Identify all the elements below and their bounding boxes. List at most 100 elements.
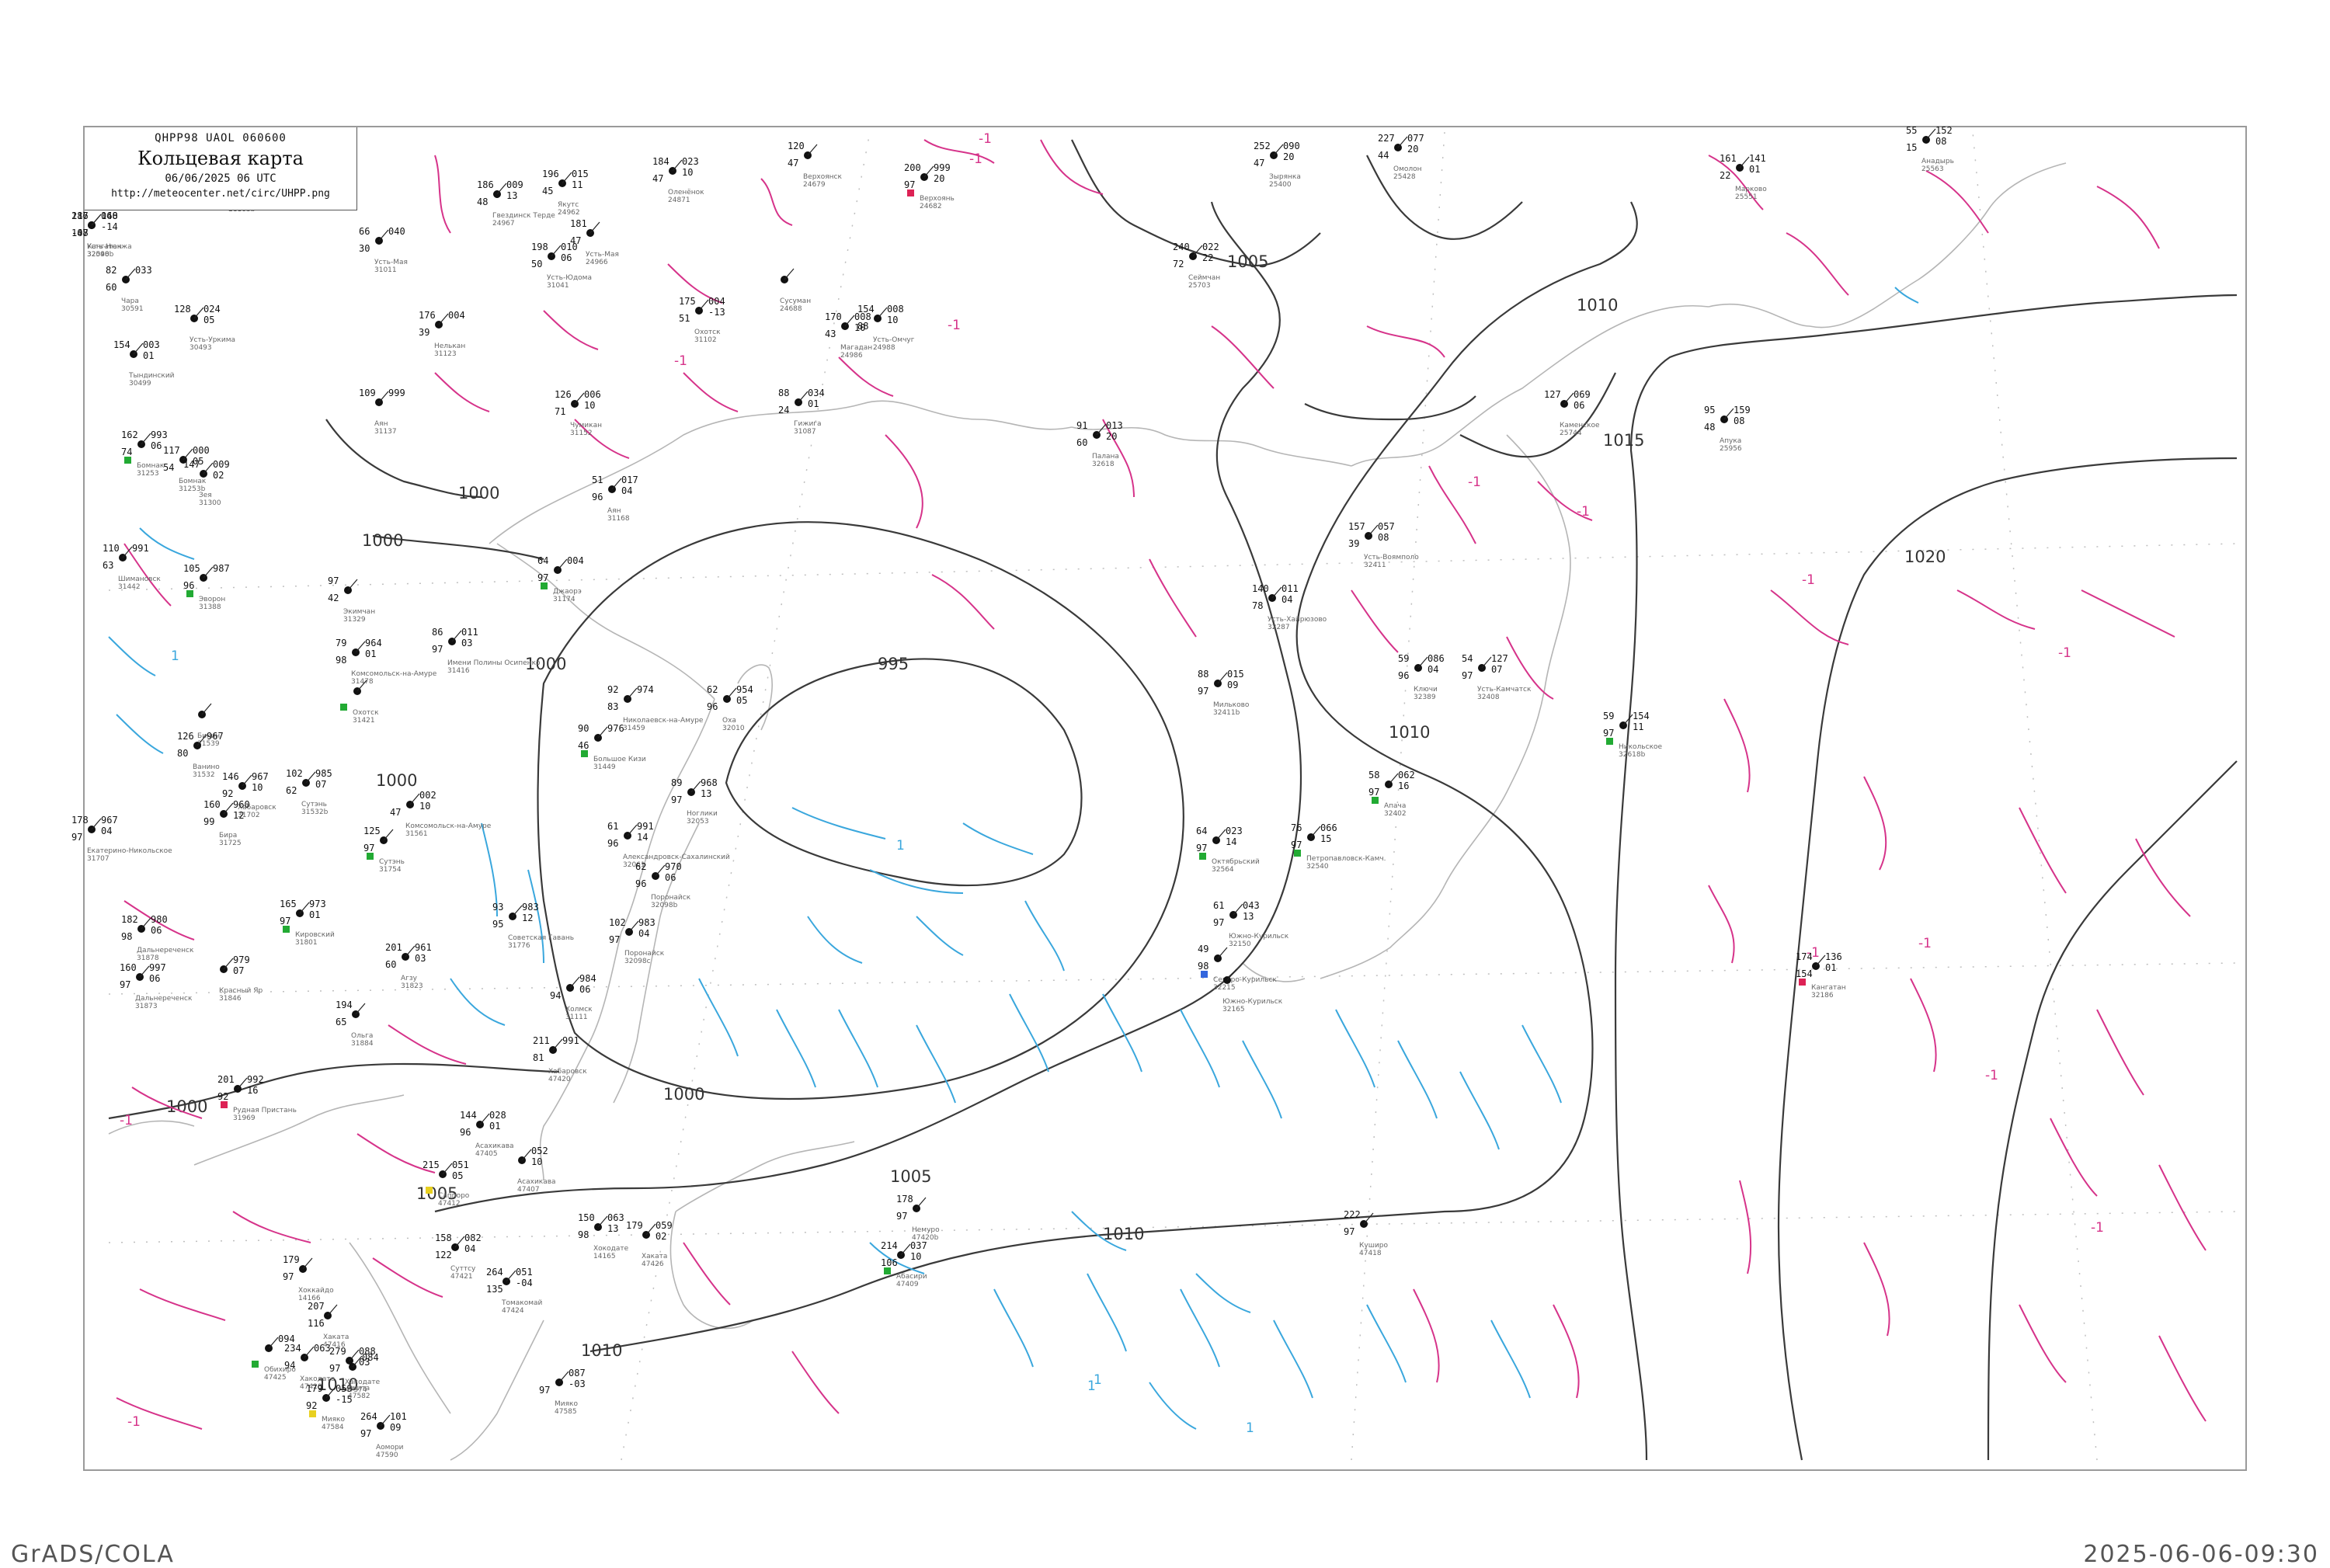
- station-name: Шимановск: [118, 575, 161, 583]
- station-plot: 94 98406 Холмск31111: [550, 973, 596, 1021]
- tendency-label-negative: -1: [1468, 475, 1481, 490]
- isobar-label: 1005: [890, 1167, 931, 1186]
- station-plot: 86 97 01103 Имени Полины Осипенко31416: [432, 627, 541, 675]
- station-pressure: 967: [207, 731, 224, 742]
- station-plot: 66 30 040 Усть-Мая31011: [359, 226, 408, 274]
- station-tendency: 10: [252, 782, 263, 793]
- station-tendency: 10: [887, 315, 898, 325]
- station-index: 25563: [1921, 165, 1944, 173]
- station-index: 47416: [323, 1341, 346, 1349]
- station-plot: 89 97 96813 Ноглики32053: [671, 777, 718, 826]
- station-tendency: 10: [682, 167, 693, 178]
- station-pressure: 011: [1282, 583, 1299, 594]
- wind-barb: [923, 165, 934, 178]
- isobar-1010: [589, 201, 1638, 1353]
- station-pressure: 985: [315, 768, 332, 779]
- station-name: Суттсу: [450, 1265, 476, 1273]
- station-plot: 102 62 98507 Сутэнь31532b: [286, 768, 332, 816]
- station-pressure: 059: [656, 1220, 673, 1231]
- station-dewpoint: 154: [1796, 968, 1813, 979]
- isobar-1020: [1777, 457, 2238, 1461]
- wind-barb: [1388, 773, 1399, 785]
- station-visibility: 240: [1173, 242, 1190, 252]
- source-url[interactable]: http://meteocenter.net/circ/UHPP.png: [85, 188, 356, 200]
- station-tendency: 05: [193, 456, 203, 467]
- station-dewpoint: 22: [1720, 170, 1730, 181]
- station-dewpoint: 92: [306, 1400, 317, 1411]
- station-plot: 161 22 14101 Марково25551: [1720, 153, 1767, 201]
- station-plot: 174 154 13601 Кангатан32186: [1796, 951, 1846, 1000]
- station-name: Сусуман: [780, 297, 811, 305]
- station-visibility: 64: [1196, 826, 1207, 836]
- station-tendency: 06: [1574, 400, 1584, 411]
- station-name: Хоккайдо: [298, 1287, 334, 1295]
- station-tendency: 20: [934, 173, 944, 184]
- station-tendency: 05: [203, 315, 214, 325]
- station-name: Кангатан: [1811, 984, 1846, 992]
- station-name: Саппоро: [438, 1192, 470, 1200]
- bulletin-code: QHPP98 UAOL 060600: [155, 132, 287, 144]
- wind-barb: [299, 902, 310, 914]
- station-pressure: 023: [1226, 826, 1243, 836]
- wind-barb: [628, 920, 639, 933]
- tendency-label-negative: -1: [948, 318, 961, 333]
- station-tendency: 06: [151, 440, 162, 451]
- station-tendency: 04: [1282, 594, 1292, 605]
- station-name: Эворон: [199, 596, 225, 603]
- wind-barb: [627, 687, 638, 700]
- station-index: 31041: [547, 282, 569, 290]
- wind-barb: [672, 159, 683, 172]
- station-plot: 93 95 98312 Советская Гавань31776: [492, 902, 574, 950]
- station-plot: 62 96 95405 Оха32010: [707, 684, 753, 732]
- wind-barb: [589, 221, 600, 234]
- station-name: Омолон: [1393, 165, 1422, 173]
- wind-barb: [1310, 826, 1321, 838]
- station-index: 31878: [137, 954, 159, 962]
- station-tendency: 06: [151, 925, 162, 936]
- station-plot: 264 135 051-04 Томакомай47424: [486, 1267, 543, 1315]
- station-visibility: 49: [1198, 944, 1208, 954]
- station-dewpoint: 97: [280, 916, 290, 927]
- station-visibility: 66: [359, 226, 370, 237]
- station-visibility: 174: [1796, 951, 1813, 962]
- station-index: 31873: [135, 1003, 158, 1010]
- station-visibility: 146: [222, 771, 239, 782]
- station-name: Усть-Уркима: [190, 336, 235, 344]
- station-pressure: 062: [1398, 770, 1415, 781]
- wind-barb: [784, 268, 795, 280]
- station-dewpoint: 148: [71, 228, 89, 238]
- station-name: Акита: [348, 1385, 370, 1392]
- station-dewpoint: 24: [778, 405, 789, 415]
- station-tendency: 01: [365, 648, 376, 659]
- station-name: Анадырь: [1921, 158, 1954, 165]
- station-pressure: 154: [1633, 711, 1650, 721]
- station-pressure: 090: [1283, 141, 1300, 151]
- weather-flag: [1294, 850, 1301, 857]
- tendency-label-positive: 1: [896, 838, 905, 854]
- station-index: 31823: [401, 982, 423, 990]
- wind-barb: [203, 462, 214, 475]
- station-pressure: 006: [584, 389, 601, 400]
- station-plot: 55 15 15208 Анадырь25563: [1906, 125, 1954, 173]
- station-name: Мияко: [322, 1416, 345, 1424]
- station-name: Ванино: [193, 763, 220, 771]
- station-name: Комсомольск-на-Амуре: [351, 670, 437, 678]
- station-tendency: 01: [808, 398, 819, 409]
- station-dewpoint: 98: [336, 655, 346, 666]
- isobar-label: 995: [878, 655, 909, 673]
- station-plot: 227 44 07720 Омолон25428: [1378, 133, 1424, 181]
- station-visibility: 179: [626, 1220, 643, 1231]
- station-name: Апача: [1384, 802, 1406, 810]
- station-pressure: 984: [579, 973, 596, 984]
- station-tendency: 04: [464, 1243, 475, 1254]
- wind-barb: [1217, 947, 1228, 959]
- station-visibility: 128: [174, 304, 191, 315]
- weather-flag: [1199, 853, 1206, 860]
- station-tendency: 04: [101, 826, 112, 836]
- station-visibility: 184: [652, 156, 669, 167]
- station-tendency: 22: [1202, 252, 1213, 263]
- station-tendency: 13: [701, 788, 711, 799]
- station-index: 31102: [694, 336, 717, 344]
- station-name: Мияко: [555, 1400, 578, 1408]
- station-index: 31449: [593, 763, 616, 771]
